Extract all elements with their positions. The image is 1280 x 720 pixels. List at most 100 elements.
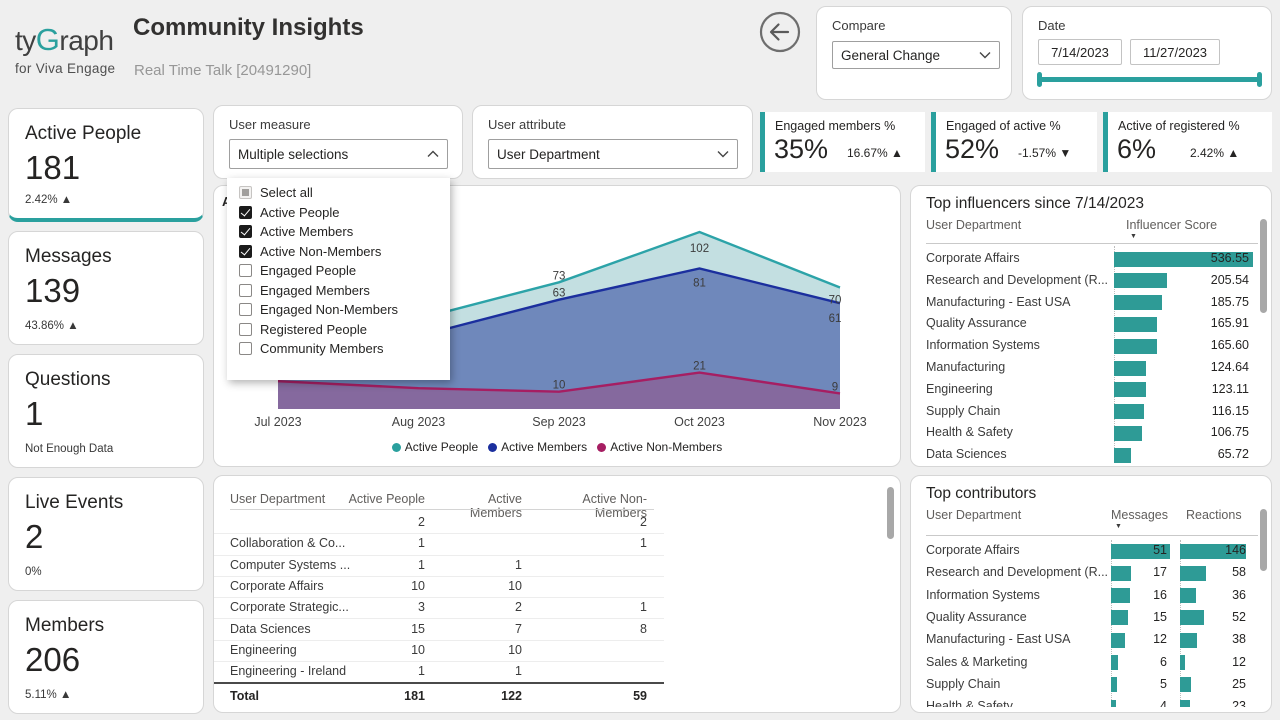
header-divider <box>926 243 1258 244</box>
kpi-card-messages[interactable]: Messages 139 43.86% ▲ <box>8 231 204 345</box>
measure-option-active-non-members[interactable]: Active Non-Members <box>227 242 450 262</box>
legend-item-active-non-members[interactable]: Active Non-Members <box>597 440 722 454</box>
user-measure-select[interactable]: Multiple selections <box>229 139 448 169</box>
table-row[interactable]: Corporate Affairs 10 10 <box>214 576 664 598</box>
influencer-row[interactable]: Research and Development (R... 205.54 <box>911 270 1271 292</box>
kpi-title: Messages <box>25 246 112 268</box>
metric-tile-2[interactable]: Engaged of active % 52% -1.57% ▼ <box>931 112 1097 172</box>
score-bar <box>1114 404 1144 419</box>
legend-item-active-people[interactable]: Active People <box>392 440 478 454</box>
legend-dot-icon <box>597 443 606 452</box>
option-label: Active Non-Members <box>260 244 381 259</box>
table-row[interactable]: Corporate Strategic... 3 2 1 <box>214 597 664 619</box>
influencer-row[interactable]: Quality Assurance 165.91 <box>911 313 1271 335</box>
cell-department: Computer Systems ... <box>230 555 350 576</box>
influencer-row[interactable]: Corporate Affairs 536.55 <box>911 248 1271 270</box>
column-header-influencer-score[interactable]: Influencer Score <box>1126 218 1217 232</box>
column-header[interactable]: Active People <box>344 492 425 506</box>
messages-bar <box>1111 655 1118 670</box>
measure-option-engaged-members[interactable]: Engaged Members <box>227 281 450 301</box>
influencer-row[interactable]: Data Sciences 65.72 <box>911 444 1271 466</box>
table-row[interactable]: Engineering 10 10 <box>214 640 664 662</box>
column-header-reactions[interactable]: Reactions <box>1186 508 1242 522</box>
scrollbar-thumb[interactable] <box>887 487 894 539</box>
metric-tile-1[interactable]: Engaged members % 35% 16.67% ▲ <box>760 112 925 172</box>
messages-value: 15 <box>1127 610 1167 624</box>
row-label: Quality Assurance <box>926 610 1027 624</box>
influencer-row[interactable]: Health & Safety 106.75 <box>911 422 1271 444</box>
contributor-row[interactable]: Health & Safety 4 23 <box>911 696 1271 707</box>
row-label: Sales & Marketing <box>926 655 1027 669</box>
legend-item-active-members[interactable]: Active Members <box>488 440 587 454</box>
row-label: Manufacturing - East USA <box>926 632 1071 646</box>
scrollbar-thumb[interactable] <box>1260 219 1267 313</box>
checkbox-icon[interactable] <box>239 303 252 316</box>
back-button[interactable] <box>758 10 802 54</box>
page-subtitle: Real Time Talk [20491290] <box>134 62 311 79</box>
date-start-input[interactable]: 7/14/2023 <box>1038 39 1122 65</box>
table-row[interactable]: Data Sciences 15 7 8 <box>214 619 664 641</box>
svg-text:70: 70 <box>829 295 842 307</box>
scrollbar-thumb[interactable] <box>1260 509 1267 571</box>
tygraph-logo: tyGraph for Viva Engage <box>15 24 115 76</box>
contributor-row[interactable]: Supply Chain 5 25 <box>911 674 1271 696</box>
measure-option-active-people[interactable]: Active People <box>227 203 450 223</box>
influencer-row[interactable]: Supply Chain 116.15 <box>911 401 1271 423</box>
messages-bar <box>1111 610 1128 625</box>
measure-option-registered-people[interactable]: Registered People <box>227 320 450 340</box>
header-divider <box>926 535 1258 536</box>
measure-option-community-members[interactable]: Community Members <box>227 339 450 359</box>
user-attribute-select[interactable]: User Department <box>488 139 738 169</box>
column-header-user-department[interactable]: User Department <box>926 508 1021 522</box>
contributor-row[interactable]: Sales & Marketing 6 12 <box>911 652 1271 674</box>
checkbox-icon[interactable] <box>239 206 252 219</box>
kpi-card-live-events[interactable]: Live Events 2 0% <box>8 477 204 591</box>
date-end-input[interactable]: 11/27/2023 <box>1130 39 1220 65</box>
influencer-row[interactable]: Manufacturing - East USA 185.75 <box>911 292 1271 314</box>
kpi-card-questions[interactable]: Questions 1 Not Enough Data <box>8 354 204 468</box>
table-row[interactable]: Collaboration & Co... 1 1 <box>214 533 664 555</box>
date-slider-track[interactable] <box>1039 77 1261 82</box>
measure-option-active-members[interactable]: Active Members <box>227 222 450 242</box>
table-row[interactable]: Engineering - Ireland 1 1 <box>214 661 664 683</box>
contributor-row[interactable]: Corporate Affairs 51 146 <box>911 540 1271 562</box>
checkbox-icon[interactable] <box>239 245 252 258</box>
messages-value: 16 <box>1127 588 1167 602</box>
influencer-row[interactable]: Engineering 123.11 <box>911 379 1271 401</box>
column-header-messages[interactable]: Messages <box>1111 508 1168 522</box>
checkbox-icon[interactable] <box>239 342 252 355</box>
cell-active-members: 10 <box>441 640 522 661</box>
back-arrow-icon <box>758 10 802 54</box>
metric-tile-3[interactable]: Active of registered % 6% 2.42% ▲ <box>1103 112 1272 172</box>
date-slider-handle-right[interactable] <box>1257 72 1262 87</box>
date-slider-handle-left[interactable] <box>1037 72 1042 87</box>
option-label: Select all <box>260 185 313 200</box>
measure-option-select-all[interactable]: Select all <box>227 183 450 203</box>
reactions-value: 25 <box>1206 677 1246 691</box>
top-influencers-title: Top influencers since 7/14/2023 <box>926 195 1144 213</box>
influencer-row[interactable]: Manufacturing 124.64 <box>911 357 1271 379</box>
contributor-row[interactable]: Research and Development (R... 17 58 <box>911 562 1271 584</box>
compare-select[interactable]: General Change <box>832 41 1000 69</box>
column-header[interactable]: User Department <box>230 492 325 506</box>
row-label: Engineering <box>926 382 993 396</box>
kpi-card-members[interactable]: Members 206 5.11% ▲ <box>8 600 204 714</box>
row-value: 106.75 <box>1169 425 1249 439</box>
kpi-card-active-people[interactable]: Active People 181 2.42% ▲ <box>8 108 204 222</box>
checkbox-icon[interactable] <box>239 323 252 336</box>
checkbox-icon[interactable] <box>239 186 252 199</box>
checkbox-icon[interactable] <box>239 264 252 277</box>
metric-value: 52% <box>945 134 999 165</box>
table-row[interactable]: Computer Systems ... 1 1 <box>214 555 664 577</box>
contributor-row[interactable]: Quality Assurance 15 52 <box>911 607 1271 629</box>
contributor-row[interactable]: Manufacturing - East USA 12 38 <box>911 629 1271 651</box>
measure-option-engaged-non-members[interactable]: Engaged Non-Members <box>227 300 450 320</box>
contributor-row[interactable]: Information Systems 16 36 <box>911 585 1271 607</box>
influencer-row[interactable]: Information Systems 165.60 <box>911 335 1271 357</box>
measure-option-engaged-people[interactable]: Engaged People <box>227 261 450 281</box>
column-header-user-department[interactable]: User Department <box>926 218 1021 232</box>
checkbox-icon[interactable] <box>239 225 252 238</box>
score-bar <box>1114 295 1162 310</box>
checkbox-icon[interactable] <box>239 284 252 297</box>
table-row[interactable]: 2 2 <box>214 512 664 534</box>
